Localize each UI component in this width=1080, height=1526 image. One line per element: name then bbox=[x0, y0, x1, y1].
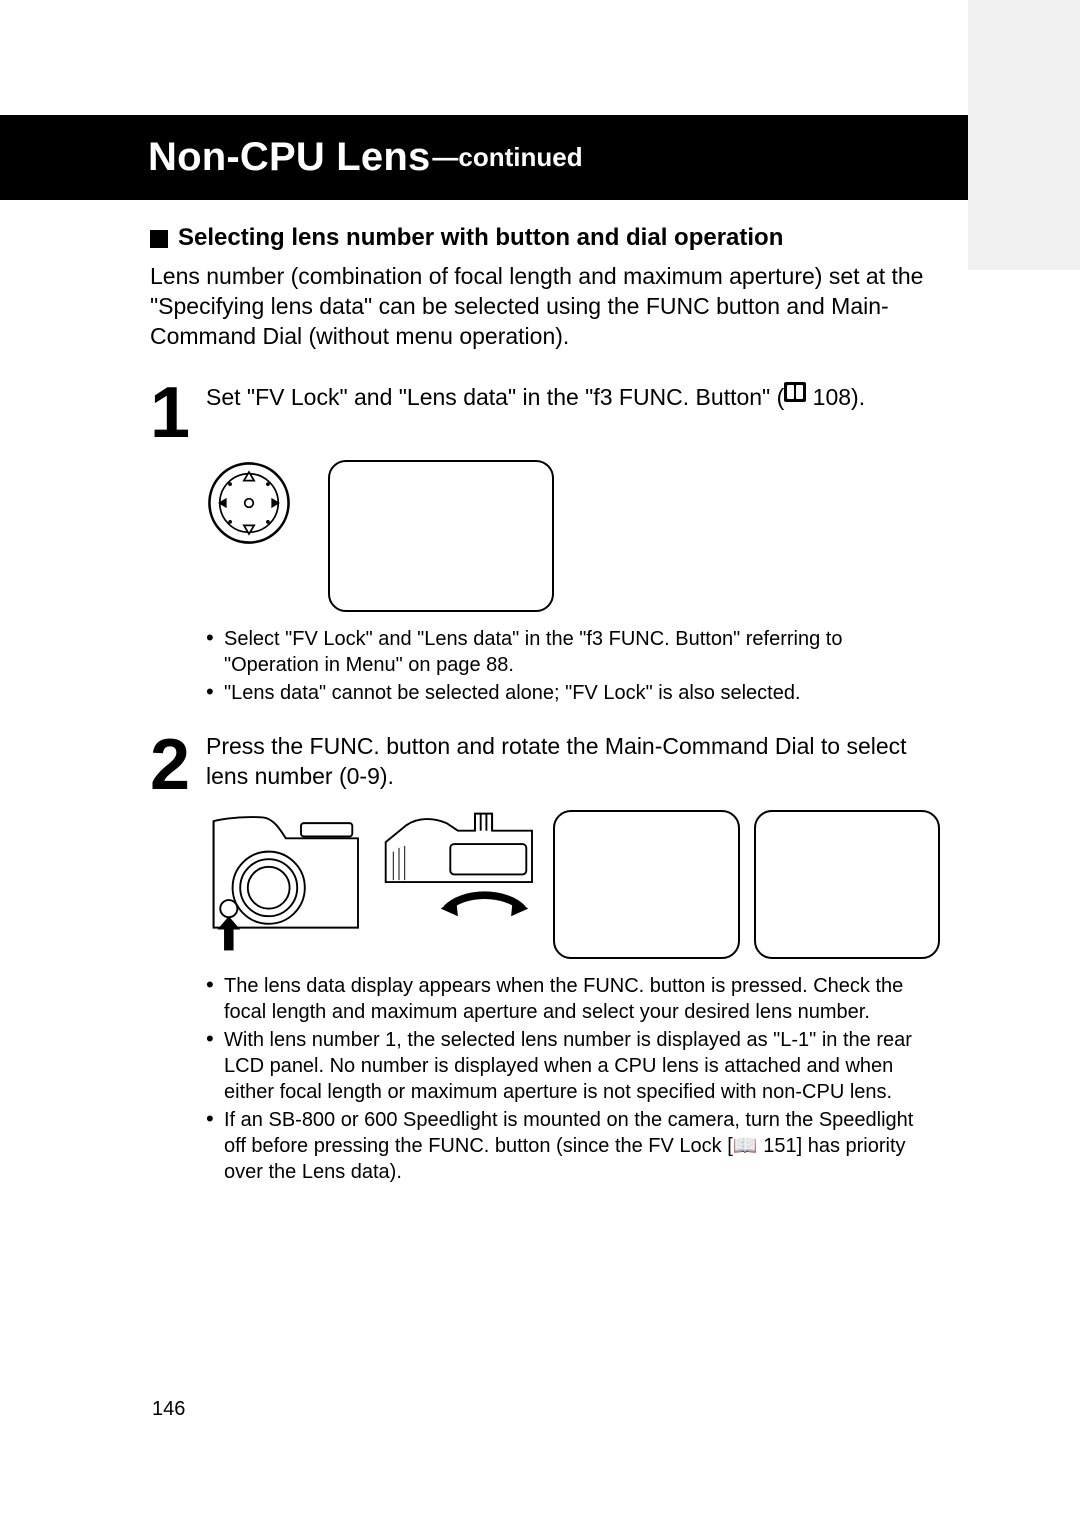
step-2: 2 Press the FUNC. button and rotate the … bbox=[150, 732, 940, 1185]
scan-edge bbox=[968, 0, 1080, 270]
camera-command-dial-rotate-icon bbox=[380, 810, 540, 955]
lcd-screen-placeholder-1 bbox=[328, 460, 554, 612]
step-1-figures bbox=[206, 460, 940, 612]
step-2-notes: The lens data display appears when the F… bbox=[206, 973, 940, 1185]
camera-func-button-press-icon bbox=[206, 810, 366, 955]
step-2-figures bbox=[206, 810, 940, 959]
heading-bullet-icon bbox=[150, 230, 168, 248]
banner-title-sub: —continued bbox=[432, 142, 582, 173]
step-1-note-1: Select "FV Lock" and "Lens data" in the … bbox=[206, 626, 940, 678]
section-intro-text: Lens number (combination of focal length… bbox=[150, 262, 940, 352]
banner-title-main: Non-CPU Lens bbox=[148, 135, 430, 180]
step-2-note-1: The lens data display appears when the F… bbox=[206, 973, 940, 1025]
page-title-banner: Non-CPU Lens —continued bbox=[0, 115, 968, 200]
lcd-screen-placeholder-3 bbox=[754, 810, 940, 959]
step-1-text-before: Set "FV Lock" and "Lens data" in the "f3… bbox=[206, 384, 784, 410]
step-1-note-2: "Lens data" cannot be selected alone; "F… bbox=[206, 680, 940, 706]
step-1-text-ref: 108). bbox=[806, 384, 865, 410]
manual-page: Non-CPU Lens —continued Selecting lens n… bbox=[0, 0, 1080, 1526]
page-number: 146 bbox=[152, 1398, 185, 1421]
step-2-text: Press the FUNC. button and rotate the Ma… bbox=[206, 732, 940, 792]
page-reference-icon bbox=[784, 380, 806, 410]
step-1: 1 Set "FV Lock" and "Lens data" in the "… bbox=[150, 380, 940, 706]
section-heading: Selecting lens number with button and di… bbox=[150, 224, 940, 252]
section-heading-text: Selecting lens number with button and di… bbox=[178, 224, 783, 252]
step-2-note-2: With lens number 1, the selected lens nu… bbox=[206, 1027, 940, 1105]
step-1-number: 1 bbox=[150, 386, 206, 440]
step-1-notes: Select "FV Lock" and "Lens data" in the … bbox=[206, 626, 940, 706]
step-2-number: 2 bbox=[150, 738, 206, 792]
step-2-note-3: If an SB-800 or 600 Speedlight is mounte… bbox=[206, 1107, 940, 1185]
page-content: Selecting lens number with button and di… bbox=[150, 224, 940, 1187]
multi-selector-dial-icon bbox=[206, 460, 292, 546]
lcd-screen-placeholder-2 bbox=[553, 810, 739, 959]
step-1-text: Set "FV Lock" and "Lens data" in the "f3… bbox=[206, 380, 940, 413]
